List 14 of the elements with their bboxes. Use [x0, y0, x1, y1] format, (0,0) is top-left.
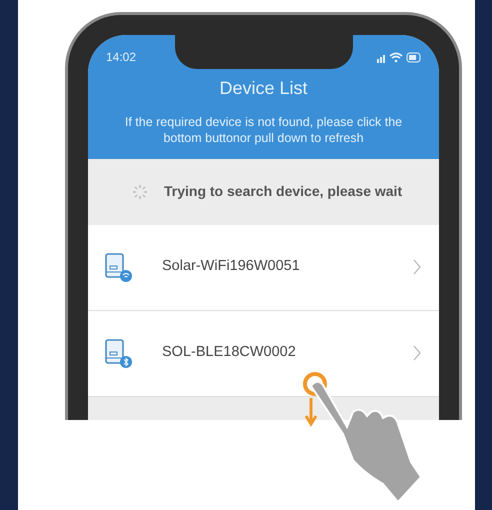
screen-title: Device List	[218, 77, 309, 100]
info-message: If the required device is not found, please click the bottom buttonor pull down to refresh	[124, 114, 404, 146]
device-row[interactable]: SOL-BLE18CW0002	[88, 310, 439, 396]
inverter-icon	[104, 252, 132, 282]
device-name: SOL-BLE18CW0002	[162, 343, 297, 362]
status-time: 14:02	[106, 49, 136, 66]
status-icons	[377, 52, 421, 62]
spinner-icon	[132, 184, 148, 200]
chevron-right-icon	[413, 345, 421, 361]
chevron-right-icon	[413, 259, 421, 275]
device-row[interactable]: Solar-WiFi196W0051	[88, 224, 439, 310]
device-name: Solar-WiFi196W0051	[162, 257, 301, 276]
inverter-icon	[104, 338, 132, 368]
search-status-text: Trying to search device, please wait	[164, 182, 402, 201]
